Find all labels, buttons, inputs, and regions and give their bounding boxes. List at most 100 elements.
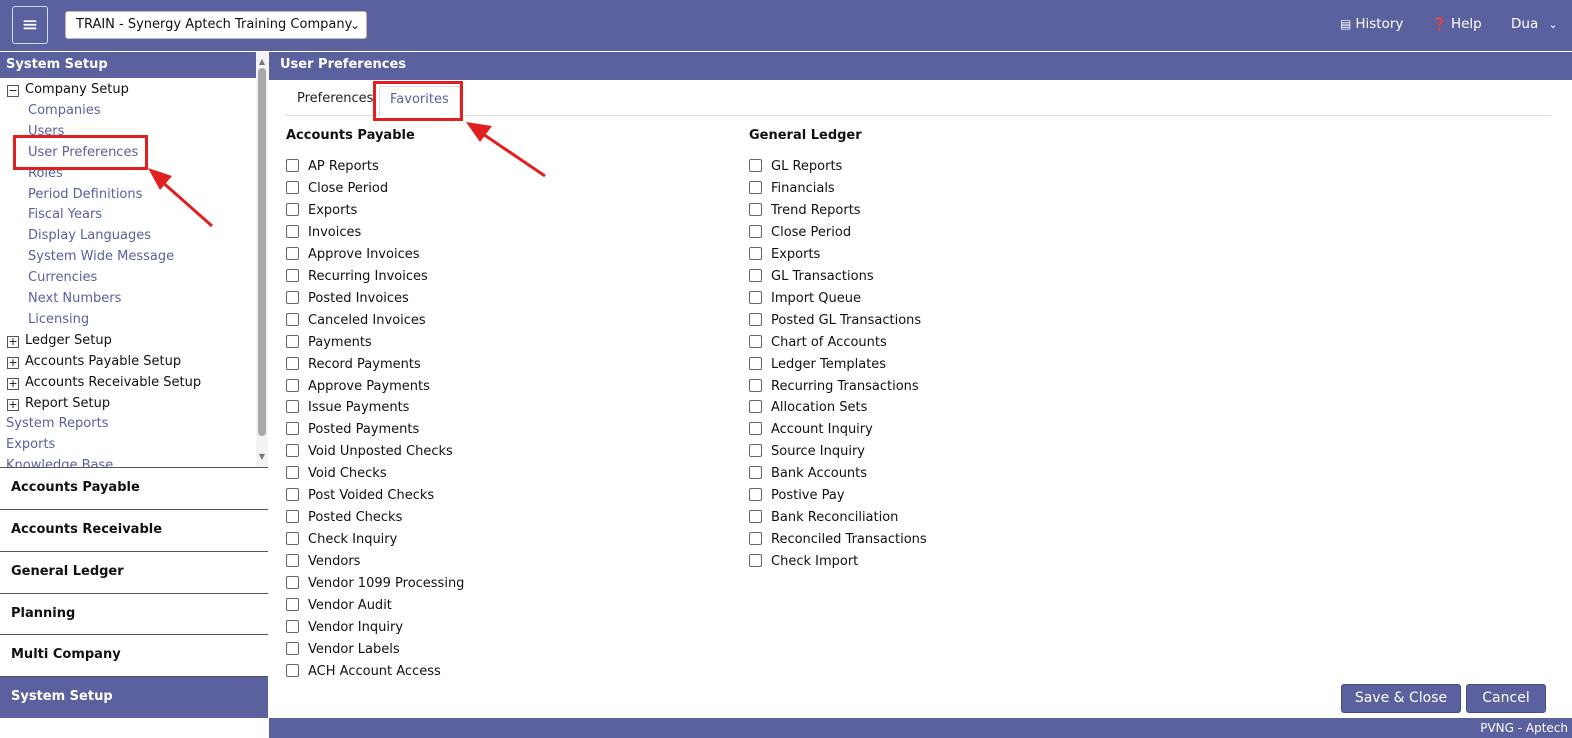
- checkbox[interactable]: [749, 532, 762, 546]
- sidebar-item-accounts-receivable-setup[interactable]: + Accounts Receivable Setup: [0, 373, 201, 393]
- favorite-option-post-voided-checks[interactable]: Post Voided Checks: [286, 486, 434, 506]
- favorite-option-approve-invoices[interactable]: Approve Invoices: [286, 245, 419, 265]
- favorite-option-vendors[interactable]: Vendors: [286, 552, 360, 572]
- sidebar-item-period-definitions[interactable]: Period Definitions: [28, 185, 142, 205]
- checkbox[interactable]: [286, 532, 299, 546]
- tab-preferences[interactable]: Preferences: [287, 86, 383, 116]
- sidebar-item-next-numbers[interactable]: Next Numbers: [28, 289, 121, 309]
- favorite-option-check-import[interactable]: Check Import: [749, 552, 858, 572]
- module-general-ledger[interactable]: General Ledger: [0, 551, 268, 593]
- favorite-option-chart-of-accounts[interactable]: Chart of Accounts: [749, 333, 887, 353]
- hamburger-menu-button[interactable]: ≡: [12, 6, 48, 44]
- favorite-option-approve-payments[interactable]: Approve Payments: [286, 377, 430, 397]
- favorite-option-posted-gl-transactions[interactable]: Posted GL Transactions: [749, 311, 921, 331]
- checkbox[interactable]: [749, 400, 762, 414]
- sidebar-item-system-wide-message[interactable]: System Wide Message: [28, 247, 174, 267]
- checkbox[interactable]: [286, 268, 299, 282]
- favorite-option-ap-reports[interactable]: AP Reports: [286, 157, 379, 177]
- history-link[interactable]: ▤ History: [1340, 16, 1403, 32]
- checkbox[interactable]: [749, 180, 762, 194]
- user-menu[interactable]: Dua ⌄: [1511, 16, 1558, 32]
- favorite-option-vendor-inquiry[interactable]: Vendor Inquiry: [286, 618, 403, 638]
- checkbox[interactable]: [286, 356, 299, 370]
- sidebar-item-companies[interactable]: Companies: [28, 101, 101, 121]
- module-multi-company[interactable]: Multi Company: [0, 634, 268, 676]
- checkbox[interactable]: [749, 246, 762, 260]
- favorite-option-exports[interactable]: Exports: [286, 201, 357, 221]
- favorite-option-posted-payments[interactable]: Posted Payments: [286, 420, 419, 440]
- module-planning[interactable]: Planning: [0, 593, 268, 635]
- cancel-button[interactable]: Cancel: [1466, 684, 1546, 713]
- checkbox[interactable]: [286, 444, 299, 458]
- checkbox[interactable]: [749, 268, 762, 282]
- checkbox[interactable]: [749, 444, 762, 458]
- module-system-setup[interactable]: System Setup: [0, 676, 268, 718]
- checkbox[interactable]: [749, 510, 762, 524]
- checkbox[interactable]: [286, 576, 299, 590]
- favorite-option-gl-reports[interactable]: GL Reports: [749, 157, 842, 177]
- favorite-option-recurring-invoices[interactable]: Recurring Invoices: [286, 267, 428, 287]
- checkbox[interactable]: [286, 312, 299, 326]
- expand-icon[interactable]: +: [7, 398, 19, 411]
- checkbox[interactable]: [286, 510, 299, 524]
- help-link[interactable]: ❓ Help: [1432, 16, 1482, 32]
- favorite-option-trend-reports[interactable]: Trend Reports: [749, 201, 861, 221]
- checkbox[interactable]: [286, 180, 299, 194]
- module-accounts-payable[interactable]: Accounts Payable: [0, 467, 268, 509]
- save-close-button[interactable]: Save & Close: [1341, 684, 1461, 713]
- favorite-option-recurring-transactions[interactable]: Recurring Transactions: [749, 377, 919, 397]
- favorite-option-exports[interactable]: Exports: [749, 245, 820, 265]
- favorite-option-vendor-audit[interactable]: Vendor Audit: [286, 596, 392, 616]
- checkbox[interactable]: [749, 334, 762, 348]
- favorite-option-payments[interactable]: Payments: [286, 333, 372, 353]
- favorite-option-bank-reconciliation[interactable]: Bank Reconciliation: [749, 508, 898, 528]
- checkbox[interactable]: [286, 202, 299, 216]
- checkbox[interactable]: [286, 159, 299, 172]
- scrollbar-thumb[interactable]: [258, 68, 266, 436]
- favorite-option-close-period[interactable]: Close Period: [286, 179, 388, 199]
- favorite-option-ledger-templates[interactable]: Ledger Templates: [749, 355, 886, 375]
- favorite-option-gl-transactions[interactable]: GL Transactions: [749, 267, 874, 287]
- checkbox[interactable]: [749, 488, 762, 502]
- favorite-option-canceled-invoices[interactable]: Canceled Invoices: [286, 311, 426, 331]
- company-select[interactable]: TRAIN - Synergy Aptech Training Company …: [65, 11, 367, 39]
- checkbox[interactable]: [749, 554, 762, 568]
- checkbox[interactable]: [286, 488, 299, 502]
- sidebar-item-currencies[interactable]: Currencies: [28, 268, 97, 288]
- sidebar-item-system-reports[interactable]: System Reports: [6, 414, 108, 434]
- expand-icon[interactable]: +: [7, 335, 19, 348]
- checkbox[interactable]: [286, 641, 299, 655]
- checkbox[interactable]: [749, 422, 762, 436]
- checkbox[interactable]: [749, 290, 762, 304]
- collapse-icon[interactable]: −: [7, 85, 19, 97]
- checkbox[interactable]: [749, 202, 762, 216]
- sidebar-item-user-preferences[interactable]: User Preferences: [28, 143, 138, 163]
- sidebar-item-fiscal-years[interactable]: Fiscal Years: [28, 205, 102, 225]
- checkbox[interactable]: [286, 554, 299, 568]
- sidebar-item-report-setup[interactable]: + Report Setup: [0, 394, 110, 414]
- sidebar-scrollbar[interactable]: ▲ ▼: [256, 52, 268, 467]
- checkbox[interactable]: [286, 400, 299, 414]
- checkbox[interactable]: [749, 466, 762, 480]
- favorite-option-record-payments[interactable]: Record Payments: [286, 355, 421, 375]
- sidebar-item-roles[interactable]: Roles: [28, 164, 63, 184]
- favorite-option-import-queue[interactable]: Import Queue: [749, 289, 861, 309]
- sidebar-item-knowledge-base[interactable]: Knowledge Base: [6, 456, 113, 467]
- favorite-option-issue-payments[interactable]: Issue Payments: [286, 398, 409, 418]
- favorite-option-source-inquiry[interactable]: Source Inquiry: [749, 442, 865, 462]
- sidebar-item-company-setup[interactable]: − Company Setup: [0, 80, 129, 100]
- favorite-option-void-unposted-checks[interactable]: Void Unposted Checks: [286, 442, 453, 462]
- scroll-up-icon[interactable]: ▲: [256, 55, 268, 69]
- favorite-option-ach-account-access[interactable]: ACH Account Access: [286, 662, 441, 682]
- checkbox[interactable]: [749, 159, 762, 172]
- favorite-option-postive-pay[interactable]: Postive Pay: [749, 486, 845, 506]
- favorite-option-void-checks[interactable]: Void Checks: [286, 464, 387, 484]
- checkbox[interactable]: [749, 378, 762, 392]
- checkbox[interactable]: [286, 466, 299, 480]
- module-accounts-receivable[interactable]: Accounts Receivable: [0, 509, 268, 551]
- checkbox[interactable]: [286, 224, 299, 238]
- checkbox[interactable]: [749, 312, 762, 326]
- checkbox[interactable]: [286, 422, 299, 436]
- checkbox[interactable]: [286, 619, 299, 633]
- sidebar-item-exports[interactable]: Exports: [6, 435, 55, 455]
